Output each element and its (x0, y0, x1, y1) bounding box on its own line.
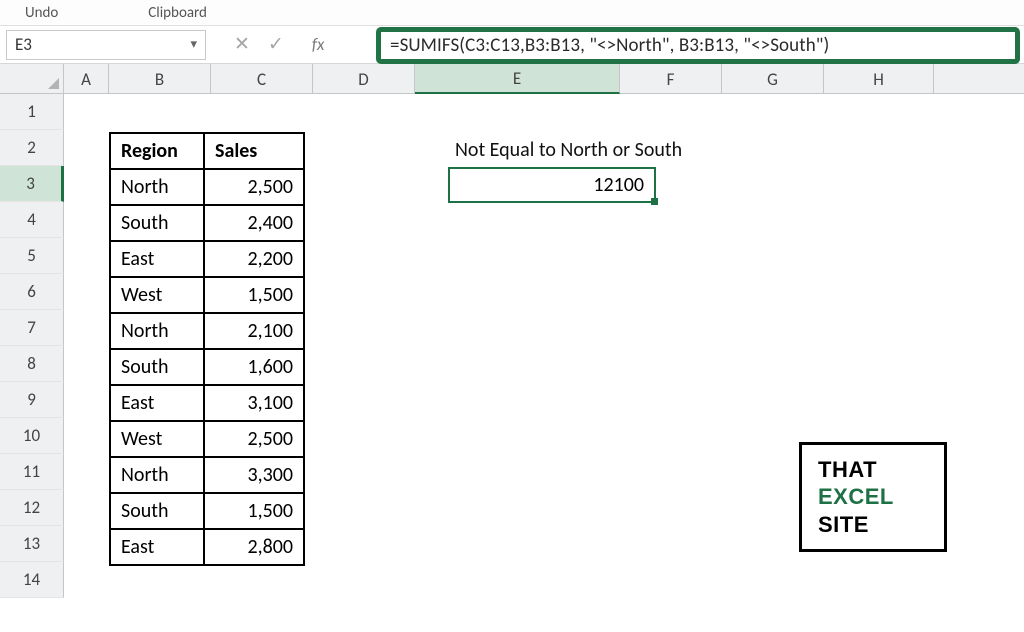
cell-sales[interactable]: 2,500 (204, 421, 304, 457)
name-box-value: E3 (15, 34, 32, 55)
cell-region[interactable]: North (110, 313, 204, 349)
cell-region[interactable]: South (110, 205, 204, 241)
col-header-e[interactable]: E (415, 64, 620, 94)
watermark-logo: THAT EXCEL SITE (799, 442, 947, 552)
cell-region[interactable]: South (110, 349, 204, 385)
chevron-down-icon[interactable]: ▾ (190, 37, 197, 52)
cell-sales[interactable]: 3,300 (204, 457, 304, 493)
formula-input[interactable]: =SUMIFS(C3:C13,B3:B13, "<>North", B3:B13… (390, 34, 829, 57)
cell-region[interactable]: East (110, 241, 204, 277)
row-header-3[interactable]: 3 (0, 166, 64, 202)
cancel-icon[interactable]: ✕ (234, 33, 250, 56)
row-header-13[interactable]: 13 (0, 526, 64, 562)
ribbon-groups: Undo Clipboard (0, 0, 1024, 26)
fx-icon[interactable]: fx (312, 34, 325, 55)
row-header-10[interactable]: 10 (0, 418, 64, 454)
table-row: East2,800 (110, 529, 304, 565)
row-header-2[interactable]: 2 (0, 130, 64, 166)
table-row: North3,300 (110, 457, 304, 493)
cells-area[interactable]: Region Sales North2,500South2,400East2,2… (64, 94, 1024, 632)
table-row: East3,100 (110, 385, 304, 421)
cell-sales[interactable]: 2,400 (204, 205, 304, 241)
active-cell-e3[interactable]: 12100 (448, 167, 656, 203)
row-header-6[interactable]: 6 (0, 274, 64, 310)
result-label: Not Equal to North or South (455, 138, 682, 162)
col-header-f[interactable]: F (620, 64, 722, 94)
row-header-14[interactable]: 14 (0, 562, 64, 598)
col-header-c[interactable]: C (211, 64, 313, 94)
col-header-h[interactable]: H (824, 64, 934, 94)
cell-region[interactable]: West (110, 421, 204, 457)
formula-bar-row: E3 ▾ ✕ ✓ fx =SUMIFS(C3:C13,B3:B13, "<>No… (0, 26, 1024, 64)
table-row: South2,400 (110, 205, 304, 241)
table-row: East2,200 (110, 241, 304, 277)
col-header-g[interactable]: G (722, 64, 824, 94)
row-header-7[interactable]: 7 (0, 310, 64, 346)
col-header-b[interactable]: B (109, 64, 211, 94)
watermark-line3: SITE (818, 511, 944, 539)
watermark-line1: THAT (818, 456, 944, 484)
cell-sales[interactable]: 2,500 (204, 169, 304, 205)
table-row: North2,500 (110, 169, 304, 205)
table-row: West2,500 (110, 421, 304, 457)
row-header-4[interactable]: 4 (0, 202, 64, 238)
header-region: Region (110, 133, 204, 169)
row-header-1[interactable]: 1 (0, 94, 64, 130)
row-header-12[interactable]: 12 (0, 490, 64, 526)
col-header-d[interactable]: D (313, 64, 415, 94)
cell-region[interactable]: West (110, 277, 204, 313)
spreadsheet-grid[interactable]: ABCDEFGH 1234567891011121314 Region Sale… (0, 64, 1024, 632)
row-header-11[interactable]: 11 (0, 454, 64, 490)
table-row: South1,500 (110, 493, 304, 529)
region-sales-table: Region Sales North2,500South2,400East2,2… (109, 132, 305, 566)
select-all-corner[interactable] (0, 64, 64, 94)
cell-sales[interactable]: 2,100 (204, 313, 304, 349)
cell-region[interactable]: North (110, 457, 204, 493)
row-header-8[interactable]: 8 (0, 346, 64, 382)
ribbon-undo-label: Undo (25, 4, 58, 22)
ribbon-clipboard-label: Clipboard (148, 4, 207, 22)
table-row: West1,500 (110, 277, 304, 313)
cell-sales[interactable]: 1,500 (204, 277, 304, 313)
cell-sales[interactable]: 2,800 (204, 529, 304, 565)
cell-sales[interactable]: 3,100 (204, 385, 304, 421)
name-box[interactable]: E3 ▾ (6, 30, 206, 60)
table-row: South1,600 (110, 349, 304, 385)
cell-sales[interactable]: 1,500 (204, 493, 304, 529)
formula-bar-buttons: ✕ ✓ fx (234, 33, 324, 56)
enter-icon[interactable]: ✓ (268, 33, 284, 56)
cell-sales[interactable]: 1,600 (204, 349, 304, 385)
column-headers[interactable]: ABCDEFGH (64, 64, 1024, 94)
watermark-line2: EXCEL (818, 483, 944, 511)
table-row: North2,100 (110, 313, 304, 349)
row-header-5[interactable]: 5 (0, 238, 64, 274)
col-header-a[interactable]: A (64, 64, 109, 94)
cell-region[interactable]: North (110, 169, 204, 205)
cell-sales[interactable]: 2,200 (204, 241, 304, 277)
row-headers[interactable]: 1234567891011121314 (0, 94, 64, 598)
cell-region[interactable]: South (110, 493, 204, 529)
cell-region[interactable]: East (110, 385, 204, 421)
row-header-9[interactable]: 9 (0, 382, 64, 418)
header-sales: Sales (204, 133, 304, 169)
cell-region[interactable]: East (110, 529, 204, 565)
